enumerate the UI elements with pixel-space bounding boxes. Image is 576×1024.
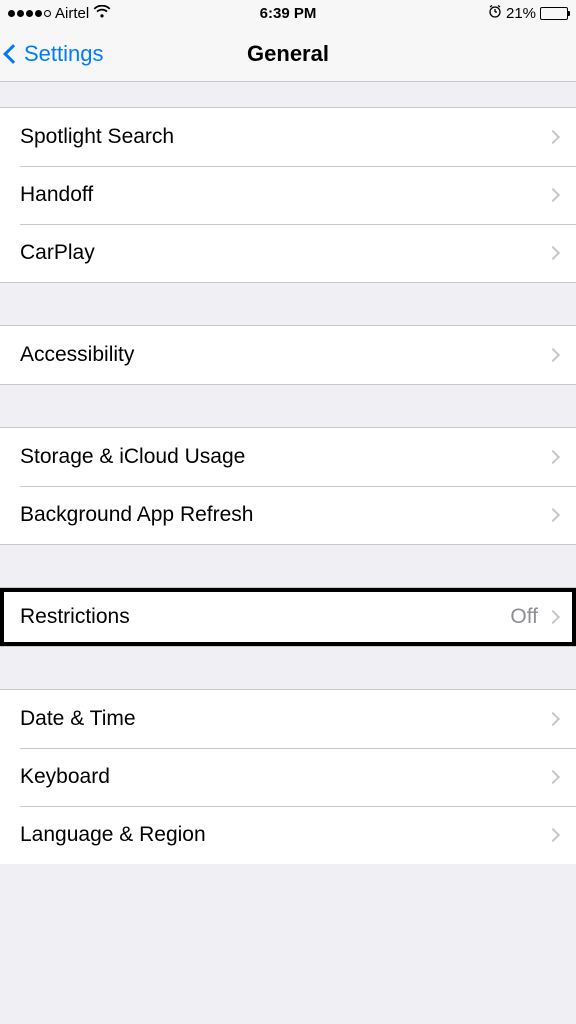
carrier-name: Airtel xyxy=(55,5,89,22)
chevron-right-icon xyxy=(546,188,560,202)
row-label: Language & Region xyxy=(20,823,548,847)
settings-group: Date & Time Keyboard Language & Region xyxy=(0,690,576,864)
chevron-right-icon xyxy=(546,712,560,726)
alarm-icon xyxy=(488,4,502,22)
row-handoff[interactable]: Handoff xyxy=(0,166,576,224)
row-spotlight-search[interactable]: Spotlight Search xyxy=(0,108,576,166)
settings-group: Storage & iCloud Usage Background App Re… xyxy=(0,428,576,544)
row-carplay[interactable]: CarPlay xyxy=(0,224,576,282)
page-title: General xyxy=(247,41,329,67)
row-label: Spotlight Search xyxy=(20,125,548,149)
row-label: Storage & iCloud Usage xyxy=(20,445,548,469)
row-label: Accessibility xyxy=(20,343,548,367)
row-restrictions[interactable]: Restrictions Off xyxy=(0,588,576,646)
status-time: 6:39 PM xyxy=(195,5,382,22)
chevron-right-icon xyxy=(546,348,560,362)
nav-bar: Settings General xyxy=(0,26,576,82)
row-label: CarPlay xyxy=(20,241,548,265)
settings-group: Spotlight Search Handoff CarPlay xyxy=(0,108,576,282)
row-accessibility[interactable]: Accessibility xyxy=(0,326,576,384)
chevron-right-icon xyxy=(546,770,560,784)
signal-strength-icon xyxy=(8,10,51,17)
row-date-time[interactable]: Date & Time xyxy=(0,690,576,748)
row-storage-icloud-usage[interactable]: Storage & iCloud Usage xyxy=(0,428,576,486)
wifi-icon xyxy=(93,5,111,22)
battery-percent: 21% xyxy=(506,5,536,22)
chevron-right-icon xyxy=(546,508,560,522)
back-button[interactable]: Settings xyxy=(6,41,104,67)
row-label: Keyboard xyxy=(20,765,548,789)
row-detail: Off xyxy=(510,605,538,629)
battery-icon xyxy=(540,7,568,20)
row-label: Background App Refresh xyxy=(20,503,548,527)
row-keyboard[interactable]: Keyboard xyxy=(0,748,576,806)
chevron-right-icon xyxy=(546,828,560,842)
chevron-right-icon xyxy=(546,610,560,624)
chevron-right-icon xyxy=(546,450,560,464)
row-label: Handoff xyxy=(20,183,548,207)
row-label: Restrictions xyxy=(20,605,510,629)
row-background-app-refresh[interactable]: Background App Refresh xyxy=(0,486,576,544)
chevron-right-icon xyxy=(546,130,560,144)
back-label: Settings xyxy=(24,41,104,67)
row-language-region[interactable]: Language & Region xyxy=(0,806,576,864)
status-bar: Airtel 6:39 PM 21% xyxy=(0,0,576,26)
settings-group: Restrictions Off xyxy=(0,588,576,646)
settings-list: Spotlight Search Handoff CarPlay Accessi… xyxy=(0,82,576,864)
settings-group: Accessibility xyxy=(0,326,576,384)
chevron-right-icon xyxy=(546,246,560,260)
chevron-left-icon xyxy=(3,44,23,64)
row-label: Date & Time xyxy=(20,707,548,731)
